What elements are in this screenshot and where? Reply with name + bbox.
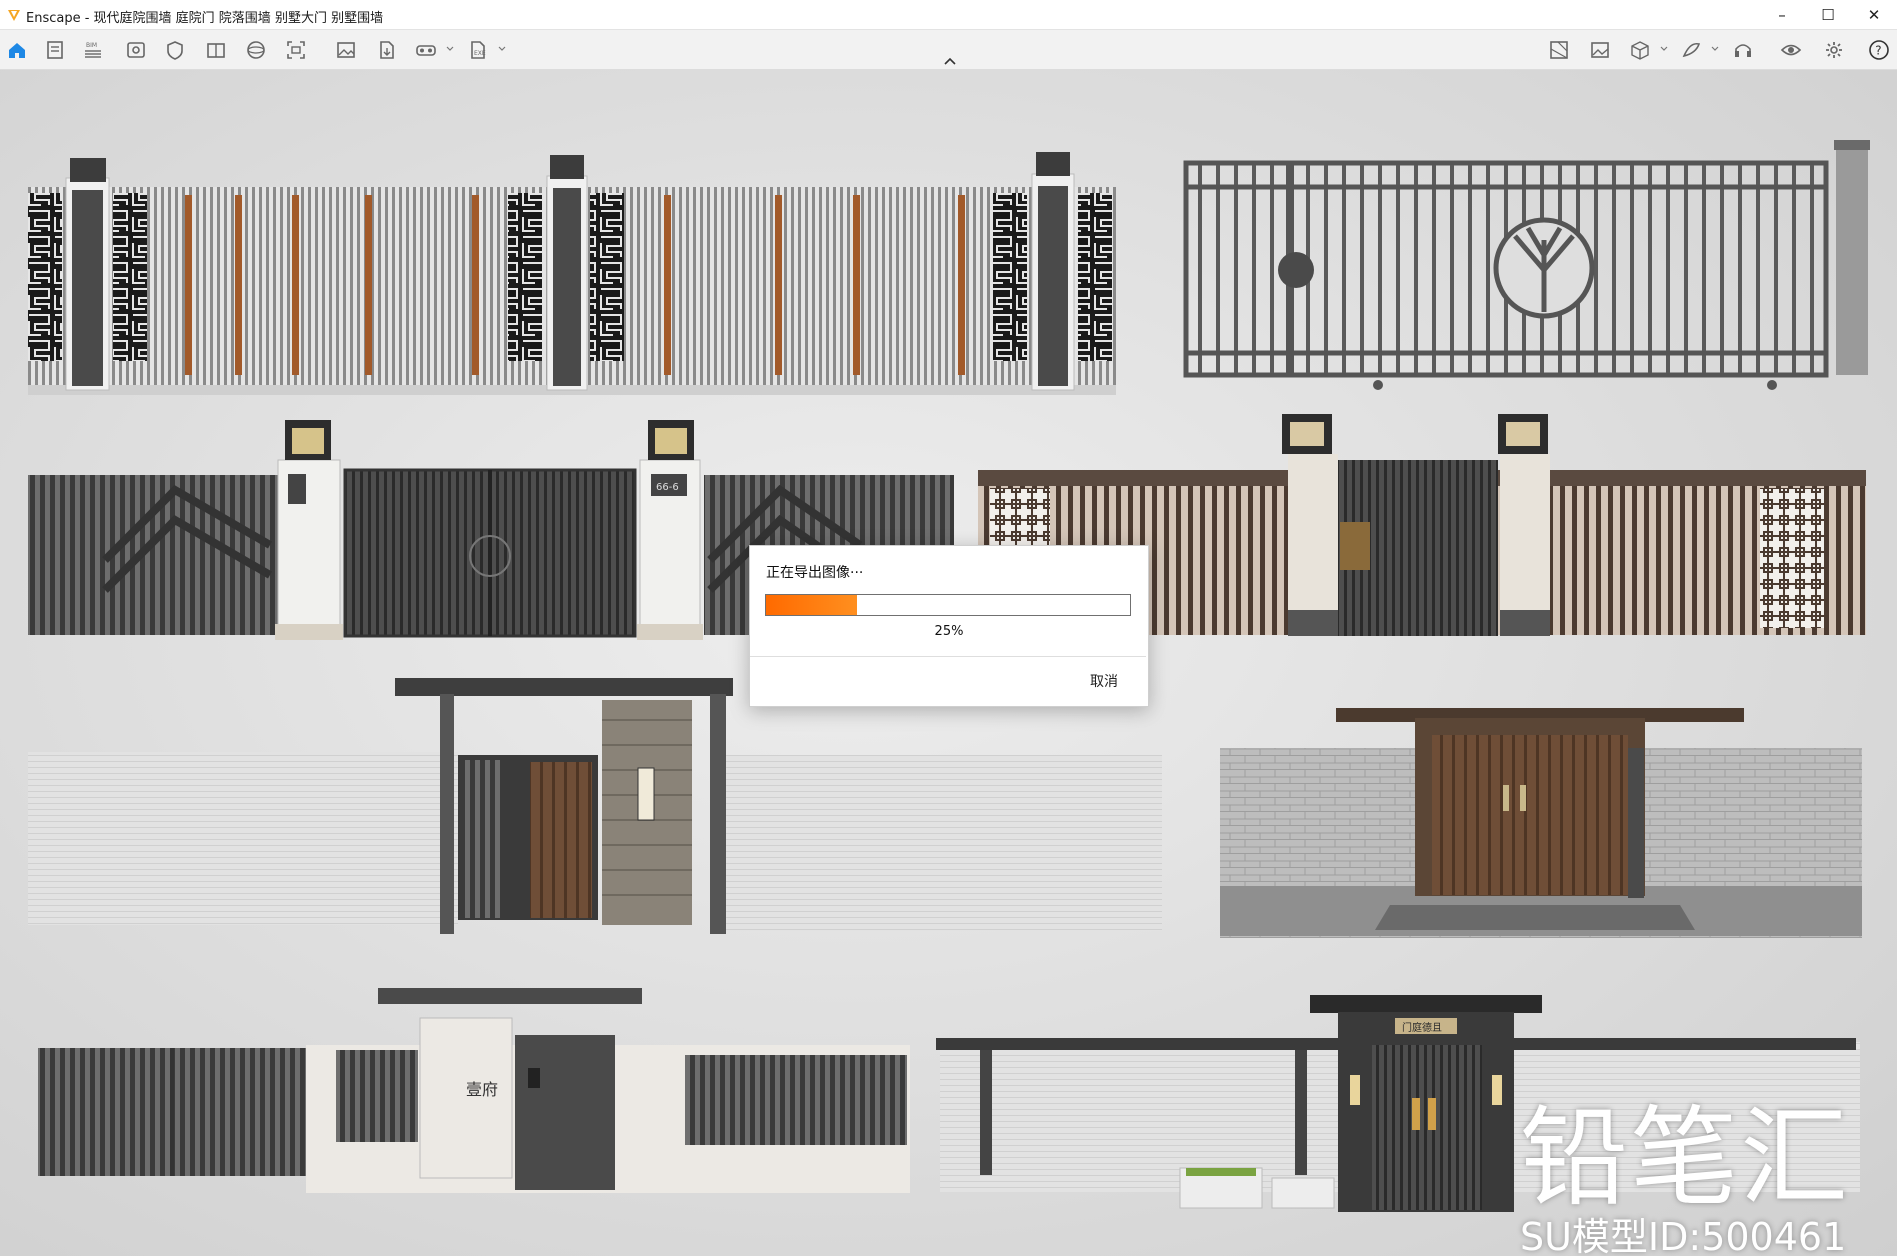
- progress-percent-label: 25%: [934, 624, 964, 639]
- help-icon: ?: [1869, 40, 1889, 60]
- cancel-button[interactable]: 取消: [1090, 671, 1118, 691]
- bim-icon: BIM: [85, 42, 101, 58]
- svg-text:BIM: BIM: [86, 42, 97, 49]
- panorama-button[interactable]: [243, 37, 269, 63]
- settings-icon: [1826, 42, 1842, 58]
- chevron-down-icon[interactable]: [1660, 44, 1668, 54]
- wall-model-5: [28, 678, 1162, 934]
- chevron-down-icon[interactable]: [1711, 44, 1719, 54]
- headset-button[interactable]: [1730, 37, 1756, 63]
- home-button[interactable]: [4, 37, 30, 63]
- chevron-down-icon[interactable]: [446, 44, 454, 54]
- cube-icon: [1631, 41, 1649, 60]
- export-button[interactable]: [373, 37, 399, 63]
- fence-model-1: [28, 152, 1116, 395]
- model-id-label: SU模型ID:500461: [1520, 1215, 1847, 1256]
- help-button[interactable]: ?: [1866, 37, 1892, 63]
- collapse-toolbar-chevron-icon[interactable]: [940, 54, 960, 68]
- image-icon: [337, 42, 355, 58]
- gate-model-2: [1183, 140, 1870, 390]
- title-bar: Enscape - 现代庭院围墙 庭院门 院落围墙 别墅大门 别墅围墙 – ☐ …: [0, 0, 1897, 30]
- dialog-title: 正在导出图像···: [766, 565, 864, 581]
- vr-button[interactable]: [413, 37, 439, 63]
- eye-icon: [1780, 44, 1802, 56]
- gallery-icon: [1591, 42, 1609, 58]
- map-button[interactable]: [1546, 37, 1572, 63]
- screenshot-button[interactable]: [283, 37, 309, 63]
- file-export-button[interactable]: EXE: [465, 37, 491, 63]
- home-icon: [9, 43, 25, 58]
- vr-icon: [416, 45, 436, 56]
- gate-model-7: 壹府: [38, 988, 910, 1193]
- svg-text:EXE: EXE: [474, 50, 486, 57]
- enscape-logo-icon: [8, 10, 20, 21]
- document-icon: [47, 41, 63, 59]
- export-icon: [380, 41, 394, 59]
- atmosphere-button[interactable]: [1678, 37, 1704, 63]
- progress-bar-fill: [766, 595, 857, 615]
- brand-watermark: 铅笔汇 SU模型ID:500461: [1520, 1105, 1860, 1256]
- book-button[interactable]: [203, 37, 229, 63]
- document-button[interactable]: [42, 37, 68, 63]
- view-icon: [127, 42, 145, 58]
- maximize-button[interactable]: ☐: [1805, 0, 1851, 30]
- gallery-button[interactable]: [1587, 37, 1613, 63]
- cube-button[interactable]: [1627, 37, 1653, 63]
- shield-icon: [167, 41, 183, 60]
- minimize-button[interactable]: –: [1759, 0, 1805, 30]
- close-button[interactable]: ✕: [1851, 0, 1897, 30]
- brand-name: 铅笔汇: [1520, 1096, 1851, 1221]
- svg-text:?: ?: [1875, 44, 1881, 58]
- eye-button[interactable]: [1778, 37, 1804, 63]
- house-number-plate: 66-6: [656, 482, 679, 493]
- settings-button[interactable]: [1821, 37, 1847, 63]
- book-icon: [207, 43, 225, 58]
- dialog-divider: [750, 656, 1146, 657]
- progress-bar: [765, 594, 1131, 616]
- panorama-icon: [247, 41, 265, 59]
- view-button[interactable]: [123, 37, 149, 63]
- window-title: Enscape - 现代庭院围墙 庭院门 院落围墙 别墅大门 别墅围墙: [26, 11, 384, 26]
- image-button[interactable]: [333, 37, 359, 63]
- shield-button[interactable]: [162, 37, 188, 63]
- portal-signboard: 门庭德且: [1402, 1021, 1442, 1034]
- map-icon: [1550, 41, 1568, 59]
- bim-button[interactable]: BIM: [80, 37, 106, 63]
- nameplate-sign: 壹府: [466, 1080, 498, 1099]
- chevron-down-icon[interactable]: [498, 44, 506, 54]
- file-export-icon: EXE: [471, 41, 486, 59]
- wall-model-6: [1220, 708, 1862, 938]
- screenshot-icon: [287, 41, 305, 59]
- atmosphere-icon: [1682, 42, 1701, 58]
- export-progress-dialog: 正在导出图像··· 25% 取消: [749, 545, 1149, 707]
- headset-icon: [1735, 44, 1751, 57]
